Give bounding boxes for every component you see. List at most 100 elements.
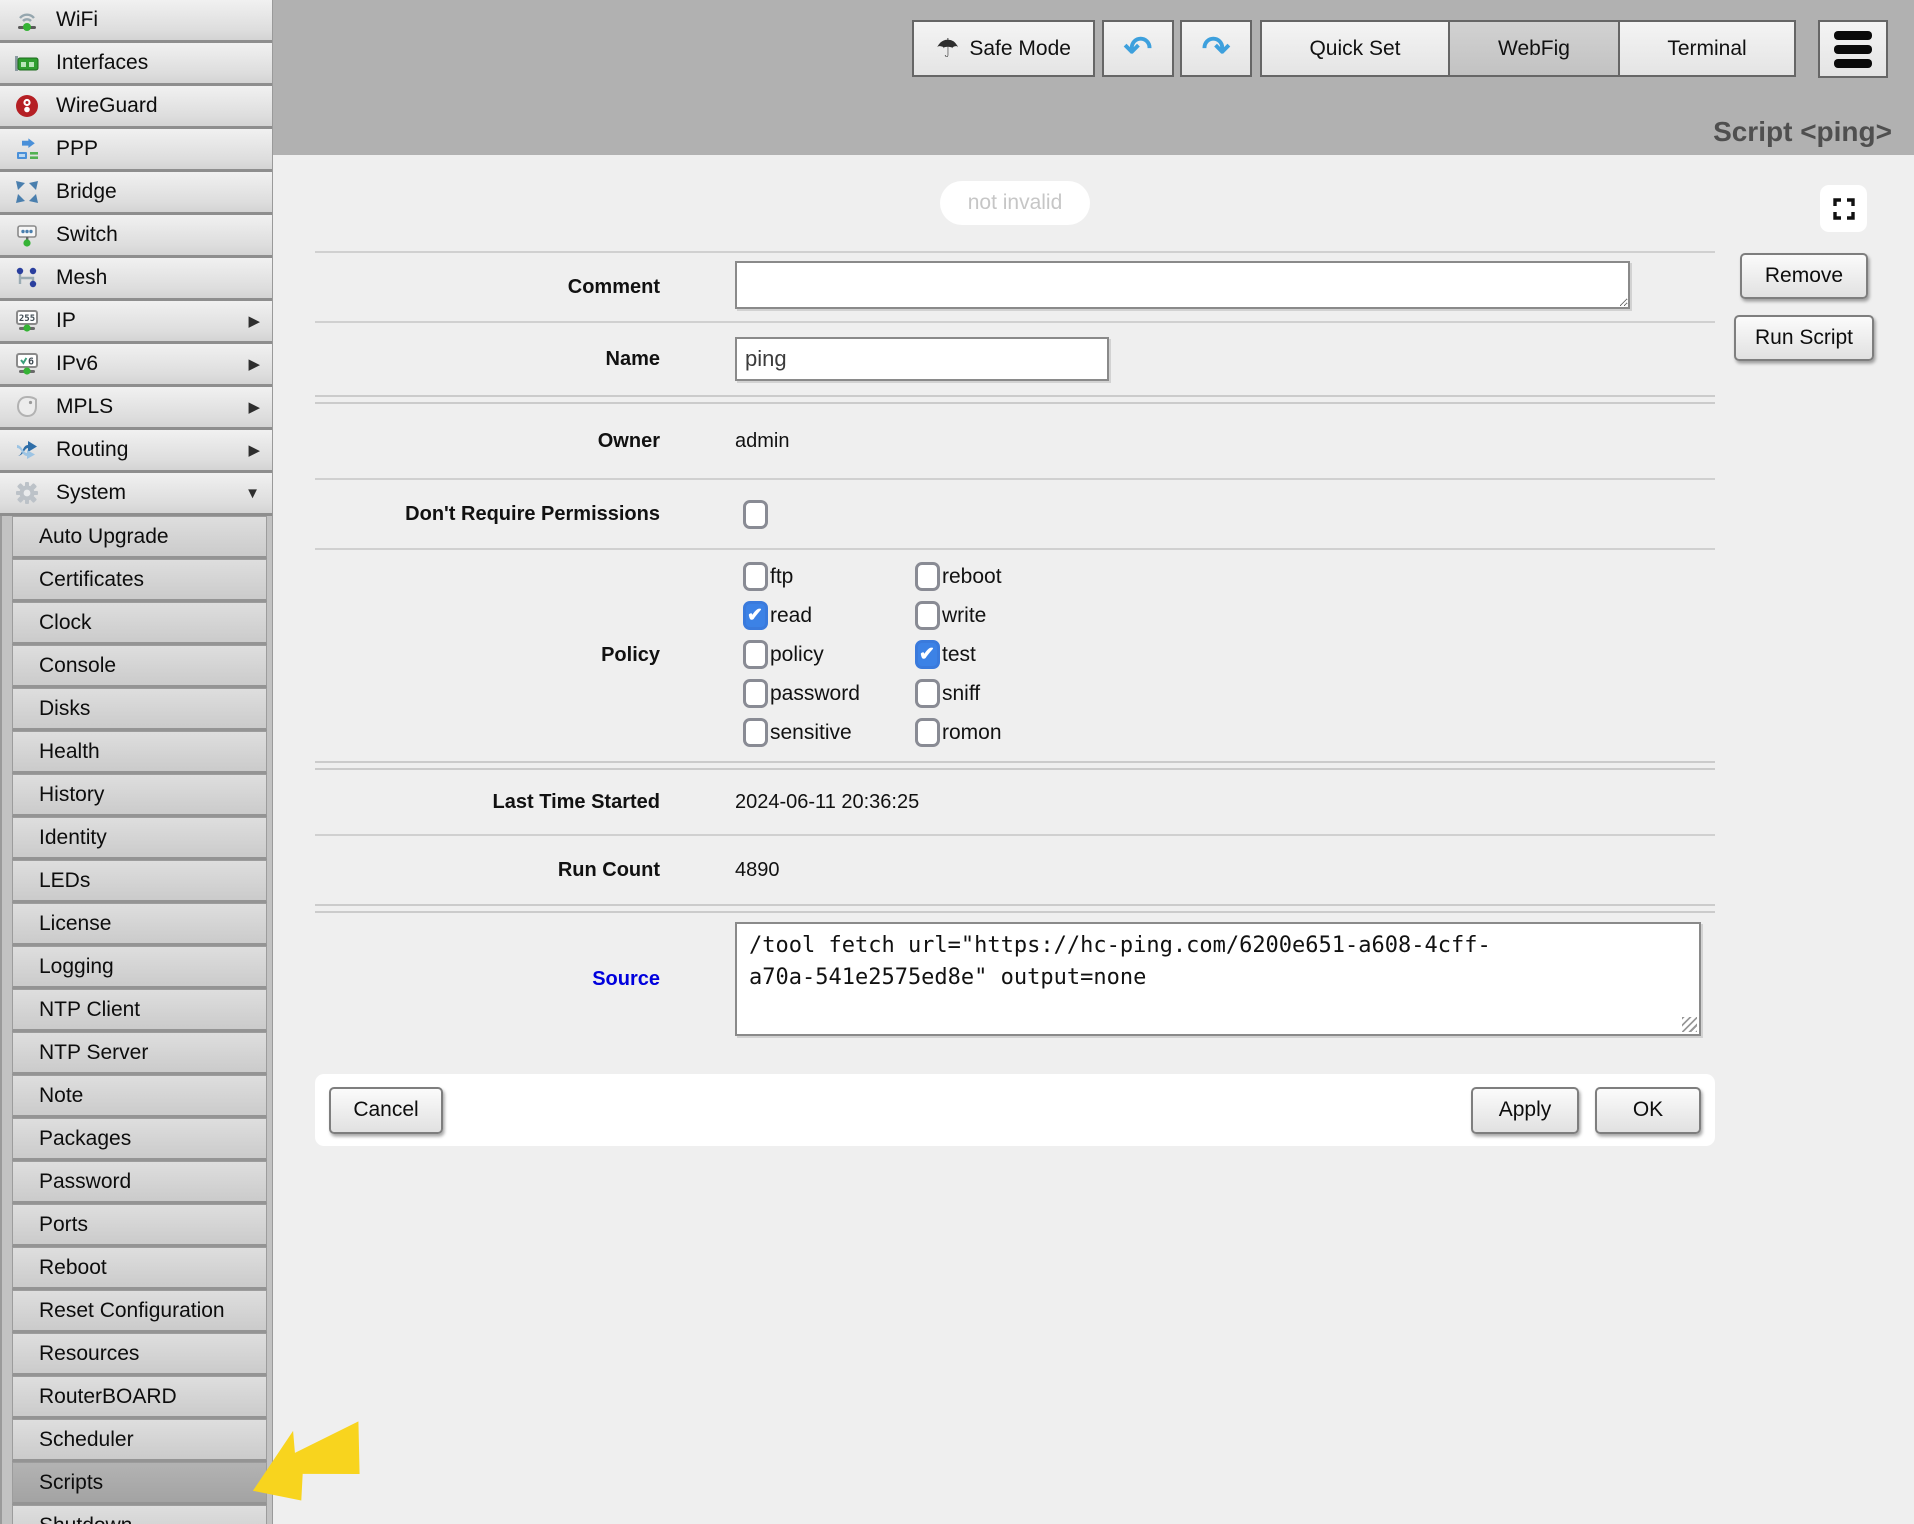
- sidebar-item-ipv6[interactable]: 6 IPv6 ▶: [0, 344, 272, 387]
- remove-button[interactable]: Remove: [1740, 253, 1868, 299]
- button-bar: Cancel Apply OK: [315, 1074, 1715, 1146]
- header: ☂ Safe Mode ↶ ↷ Quick Set WebFig Termina…: [273, 0, 1914, 155]
- source-line: /tool fetch url="https://hc-ping.com/620…: [749, 930, 1687, 962]
- sidebar-item-ip[interactable]: 255 IP ▶: [0, 301, 272, 344]
- sidebar-item-health[interactable]: Health: [12, 731, 267, 774]
- name-field[interactable]: [735, 337, 1109, 381]
- sidebar-item-label: Mesh: [56, 266, 107, 290]
- policy-item: test: [915, 640, 1087, 669]
- comment-row: Comment: [315, 251, 1715, 321]
- sidebar-item-reboot[interactable]: Reboot: [12, 1247, 267, 1290]
- sidebar-item-bridge[interactable]: Bridge: [0, 172, 272, 215]
- sidebar-item-ntp-server[interactable]: NTP Server: [12, 1032, 267, 1075]
- sidebar-item-system[interactable]: System ▼: [0, 473, 272, 516]
- comment-field[interactable]: [735, 261, 1630, 309]
- ppp-icon: [12, 136, 42, 162]
- last-time-started-label: Last Time Started: [315, 791, 735, 814]
- policy-item-label: romon: [942, 721, 1002, 745]
- sidebar-item-mpls[interactable]: MPLS ▶: [0, 387, 272, 430]
- sidebar-item-scheduler[interactable]: Scheduler: [12, 1419, 267, 1462]
- sidebar-item-password[interactable]: Password: [12, 1161, 267, 1204]
- undo-button[interactable]: ↶: [1102, 20, 1174, 77]
- checkbox-policy[interactable]: [743, 640, 768, 669]
- source-field[interactable]: /tool fetch url="https://hc-ping.com/620…: [735, 922, 1701, 1036]
- apply-button[interactable]: Apply: [1471, 1087, 1579, 1134]
- policy-item: policy: [743, 640, 915, 669]
- chevron-right-icon: ▶: [248, 441, 260, 459]
- sidebar-item-ppp[interactable]: PPP: [0, 129, 272, 172]
- fullscreen-icon[interactable]: [1820, 185, 1867, 232]
- policy-item: sniff: [915, 679, 1087, 708]
- sidebar-item-resources[interactable]: Resources: [12, 1333, 267, 1376]
- sidebar-item-logging[interactable]: Logging: [12, 946, 267, 989]
- redo-button[interactable]: ↷: [1180, 20, 1252, 77]
- sidebar-item-shutdown[interactable]: Shutdown: [12, 1505, 267, 1524]
- name-row: Name: [315, 321, 1715, 395]
- sidebar-item-history[interactable]: History: [12, 774, 267, 817]
- sidebar-item-label: Interfaces: [56, 51, 148, 75]
- fullscreen-brackets: [1830, 195, 1858, 223]
- run-script-button[interactable]: Run Script: [1734, 315, 1874, 361]
- sidebar-item-label: PPP: [56, 137, 98, 161]
- hamburger-menu-button[interactable]: [1818, 20, 1888, 78]
- sidebar-item-wireguard[interactable]: WireGuard: [0, 86, 272, 129]
- sidebar-item-reset-configuration[interactable]: Reset Configuration: [12, 1290, 267, 1333]
- safe-mode-button[interactable]: ☂ Safe Mode: [912, 20, 1095, 77]
- sidebar-item-label: System: [56, 481, 126, 505]
- name-label: Name: [315, 348, 735, 371]
- svg-text:255: 255: [19, 314, 35, 324]
- policy-item-label: policy: [770, 643, 824, 667]
- sidebar-item-identity[interactable]: Identity: [12, 817, 267, 860]
- cancel-button[interactable]: Cancel: [329, 1087, 443, 1134]
- checkbox-sensitive[interactable]: [743, 718, 768, 747]
- dont-require-permissions-checkbox[interactable]: [743, 500, 768, 529]
- redo-icon: ↷: [1202, 32, 1231, 66]
- ok-button[interactable]: OK: [1595, 1087, 1701, 1134]
- policy-item-label: write: [942, 604, 986, 628]
- checkbox-reboot[interactable]: [915, 562, 940, 591]
- sidebar-item-disks[interactable]: Disks: [12, 688, 267, 731]
- sidebar-item-leds[interactable]: LEDs: [12, 860, 267, 903]
- tab-quick-set[interactable]: Quick Set: [1260, 20, 1450, 77]
- system-submenu: Auto Upgrade Certificates Clock Console …: [0, 516, 272, 1524]
- checkbox-romon[interactable]: [915, 718, 940, 747]
- owner-value: admin: [735, 430, 1715, 453]
- sidebar-item-interfaces[interactable]: Interfaces: [0, 43, 272, 86]
- run-count-label: Run Count: [315, 859, 735, 882]
- divider: [315, 904, 1715, 913]
- checkbox-sniff[interactable]: [915, 679, 940, 708]
- policy-item-label: sensitive: [770, 721, 852, 745]
- sidebar-item-routerboard[interactable]: RouterBOARD: [12, 1376, 267, 1419]
- sidebar-item-routing[interactable]: Routing ▶: [0, 430, 272, 473]
- sidebar-item-console[interactable]: Console: [12, 645, 267, 688]
- tab-webfig[interactable]: WebFig: [1448, 20, 1620, 77]
- sidebar-item-note[interactable]: Note: [12, 1075, 267, 1118]
- resize-handle[interactable]: [1682, 1017, 1697, 1032]
- sidebar-item-switch[interactable]: Switch: [0, 215, 272, 258]
- ip-icon: 255: [12, 308, 42, 334]
- sidebar-item-packages[interactable]: Packages: [12, 1118, 267, 1161]
- sidebar-item-auto-upgrade[interactable]: Auto Upgrade: [12, 516, 267, 559]
- sidebar-item-mesh[interactable]: Mesh: [0, 258, 272, 301]
- sidebar-item-ntp-client[interactable]: NTP Client: [12, 989, 267, 1032]
- sidebar-item-clock[interactable]: Clock: [12, 602, 267, 645]
- checkbox-test[interactable]: [915, 640, 940, 669]
- sidebar-item-scripts[interactable]: Scripts: [12, 1462, 267, 1505]
- checkbox-ftp[interactable]: [743, 562, 768, 591]
- main-content: Remove Run Script not invalid Comment Na…: [273, 155, 1914, 1524]
- owner-label: Owner: [315, 430, 735, 453]
- sidebar-item-wifi[interactable]: WiFi: [0, 0, 272, 43]
- source-line: a70a-541e2575ed8e" output=none: [749, 962, 1687, 994]
- checkbox-password[interactable]: [743, 679, 768, 708]
- chevron-right-icon: ▶: [248, 398, 260, 416]
- sidebar-item-license[interactable]: License: [12, 903, 267, 946]
- sidebar-item-ports[interactable]: Ports: [12, 1204, 267, 1247]
- last-time-started-row: Last Time Started 2024-06-11 20:36:25: [315, 770, 1715, 834]
- checkbox-write[interactable]: [915, 601, 940, 630]
- tab-terminal[interactable]: Terminal: [1618, 20, 1796, 77]
- policy-item: ftp: [743, 562, 915, 591]
- chevron-down-icon: ▼: [245, 485, 260, 502]
- checkbox-read[interactable]: [743, 601, 768, 630]
- sidebar-item-label: WireGuard: [56, 94, 158, 118]
- sidebar-item-certificates[interactable]: Certificates: [12, 559, 267, 602]
